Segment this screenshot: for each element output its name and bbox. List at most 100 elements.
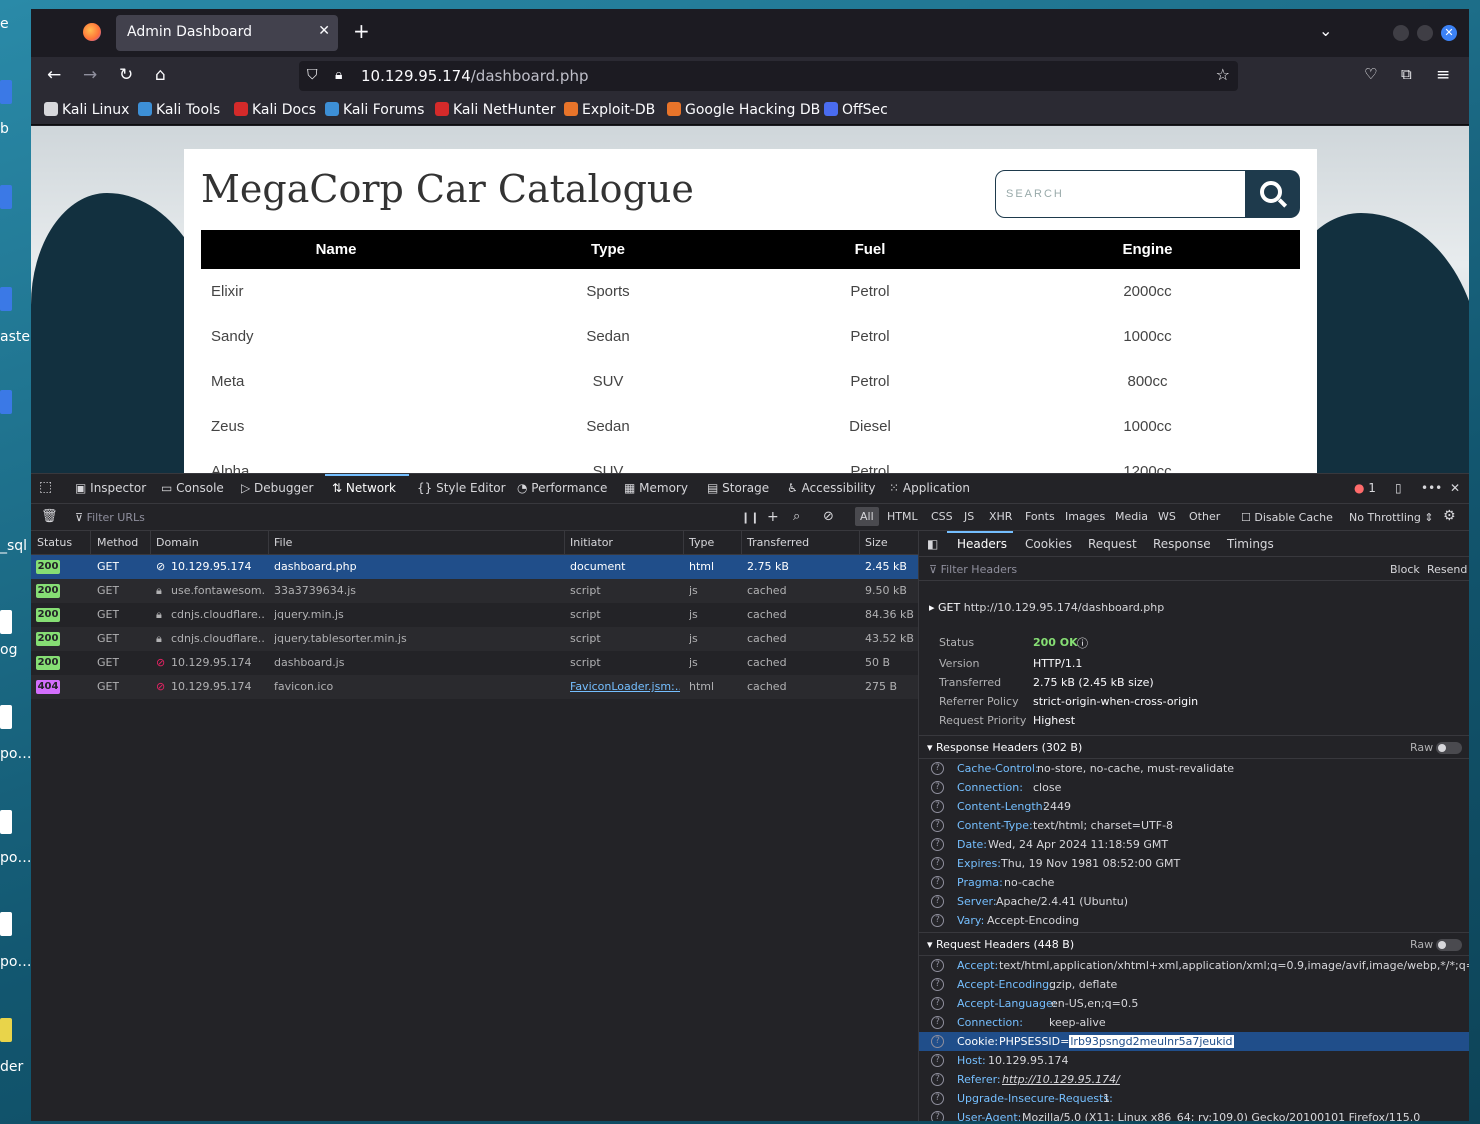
help-icon[interactable]: ? [931,1054,944,1067]
menu-hamburger-icon[interactable]: ≡ [1436,65,1450,85]
trash-icon[interactable]: 🗑︎ [41,509,58,524]
shield-icon[interactable]: ⛉ [307,67,318,83]
new-tab-icon[interactable]: + [353,19,370,43]
maximize-button[interactable] [1417,25,1433,41]
column-header-name[interactable]: Name [201,230,471,269]
request-line-toggle[interactable]: ▸ GET http://10.129.95.174/dashboard.php [929,601,1164,614]
filter-images[interactable]: Images [1060,507,1110,526]
filter-urls-input[interactable]: ⊽ Filter URLs [75,511,145,524]
help-icon[interactable]: ? [931,1111,944,1121]
response-header[interactable]: ? Cache-Control: no-store, no-cache, must-… [919,759,1469,778]
tab-application[interactable]: ⁙ Application [889,481,970,495]
response-header[interactable]: ? Connection: close [919,778,1469,797]
tab-headers[interactable]: Headers [957,537,1007,551]
close-window-button[interactable]: ✕ [1441,25,1457,41]
column-size[interactable]: Size [865,536,888,549]
column-header-type[interactable]: Type [471,230,745,269]
close-devtools-icon[interactable]: ✕ [1450,481,1460,495]
extensions-icon[interactable]: ⧉ [1401,65,1412,83]
column-initiator[interactable]: Initiator [570,536,613,549]
tab-style-editor[interactable]: {} Style Editor [417,481,506,495]
responsive-design-icon[interactable]: ▯ [1395,481,1402,495]
request-row[interactable]: 200 GET 🔒︎ cdnjs.cloudflare.… jquery.min… [31,603,918,627]
back-arrow-icon[interactable]: ← [47,65,61,85]
search-button[interactable] [1245,170,1300,218]
help-icon[interactable]: ? [931,876,944,889]
response-headers-section[interactable]: ▾ Response Headers (302 B) Raw [919,735,1469,759]
block-icon[interactable]: ⊘ [823,509,834,524]
filter-js[interactable]: JS [959,507,979,526]
filter-ws[interactable]: WS [1153,507,1181,526]
request-header[interactable]: ? Connection: keep-alive [919,1013,1469,1032]
column-header-fuel[interactable]: Fuel [745,230,995,269]
response-header[interactable]: ? Content-Length: 2449 [919,797,1469,816]
tab-accessibility[interactable]: ♿︎ Accessibility [787,481,875,495]
disable-cache-checkbox[interactable]: ☐ Disable Cache [1241,511,1333,524]
column-file[interactable]: File [274,536,292,549]
bookmark-kali-linux[interactable]: Kali Linux [44,102,129,118]
filter-xhr[interactable]: XHR [984,507,1017,526]
add-icon[interactable]: + [767,509,779,525]
header-value[interactable]: PHPSESSID=lrb93psngd2meulnr5a7jeukid [999,1035,1234,1048]
request-row[interactable]: 200 GET ⊘ 10.129.95.174 dashboard.js scr… [31,651,918,675]
help-icon[interactable]: ? [931,1073,944,1086]
filter-headers-input[interactable]: ⊽ Filter Headers [929,563,1017,576]
folder-icon[interactable] [0,1018,12,1042]
pause-icon[interactable]: ❙❙ [741,511,759,524]
lock-icon[interactable] [0,610,12,634]
help-icon[interactable]: ? [931,800,944,813]
list-tabs-chevron-down-icon[interactable]: ⌄ [1319,21,1332,40]
search-input[interactable]: SEARCH [995,170,1246,218]
tab-timings[interactable]: Timings [1227,537,1274,551]
tab-cookies[interactable]: Cookies [1025,537,1072,551]
tab-performance[interactable]: ◔ Performance [517,481,607,495]
request-header[interactable]: ? Host: 10.129.95.174 [919,1051,1469,1070]
help-icon[interactable]: ? [931,857,944,870]
folder-icon[interactable] [0,390,12,414]
settings-gear-icon[interactable]: ⚙ [1443,508,1456,524]
request-row[interactable]: 200 GET 🔒︎ use.fontawesom… 33a3739634.js… [31,579,918,603]
request-row[interactable]: 200 GET ⊘ 10.129.95.174 dashboard.php do… [31,555,918,579]
throttling-select[interactable]: No Throttling ⇕ [1349,511,1434,524]
request-header[interactable]: ? Accept-Encoding: gzip, deflate [919,975,1469,994]
request-initiator-link[interactable]: FaviconLoader.jsm:… [570,680,680,693]
response-header[interactable]: ? Vary: Accept-Encoding [919,911,1469,930]
filter-fonts[interactable]: Fonts [1020,507,1060,526]
request-header[interactable]: ? Upgrade-Insecure-Requests: 1 [919,1089,1469,1108]
reload-icon[interactable]: ↻ [119,65,133,85]
request-header[interactable]: ? User-Agent: Mozilla/5.0 (X11; Linux x86_… [919,1108,1469,1121]
help-icon[interactable]: ? [931,838,944,851]
response-header[interactable]: ? Content-Type: text/html; charset=UTF-8 [919,816,1469,835]
help-icon[interactable]: ? [931,1035,944,1048]
resend-button[interactable]: Resend [1427,563,1467,576]
response-header[interactable]: ? Pragma: no-cache [919,873,1469,892]
pocket-icon[interactable]: ♡ [1364,65,1377,83]
lock-insecure-icon[interactable]: 🔒︎ [335,67,342,83]
help-icon[interactable]: ? [931,762,944,775]
tab-storage[interactable]: ▤ Storage [707,481,769,495]
help-icon[interactable]: ? [931,1016,944,1029]
help-icon[interactable]: ? [931,978,944,991]
raw-toggle[interactable] [1436,742,1462,754]
file-icon[interactable] [0,810,12,834]
column-status[interactable]: Status [37,536,72,549]
url-bar[interactable]: ⛉ 🔒︎ 10.129.95.174/dashboard.php ☆ [299,61,1238,91]
filter-css[interactable]: CSS [926,507,958,526]
bookmark-exploit-db[interactable]: Exploit-DB [564,102,655,118]
column-domain[interactable]: Domain [156,536,199,549]
bookmark-kali-docs[interactable]: Kali Docs [234,102,316,118]
help-icon[interactable]: ? [931,959,944,972]
tab-network[interactable]: ⇅ Network [332,481,396,495]
forward-arrow-icon[interactable]: → [83,65,97,85]
url-text[interactable]: 10.129.95.174/dashboard.php [361,67,588,85]
folder-icon[interactable] [0,185,12,209]
element-picker-icon[interactable]: ⬚ [39,479,52,495]
selected-session-id[interactable]: lrb93psngd2meulnr5a7jeukid [1069,1035,1234,1048]
block-button[interactable]: Block [1390,563,1420,576]
raw-toggle[interactable] [1436,939,1462,951]
folder-icon[interactable] [0,287,12,311]
filter-media[interactable]: Media [1110,507,1153,526]
more-options-icon[interactable]: ••• [1421,481,1442,495]
bookmark-star-icon[interactable]: ☆ [1216,65,1230,84]
bookmark-google-hacking-db[interactable]: Google Hacking DB [667,102,820,118]
